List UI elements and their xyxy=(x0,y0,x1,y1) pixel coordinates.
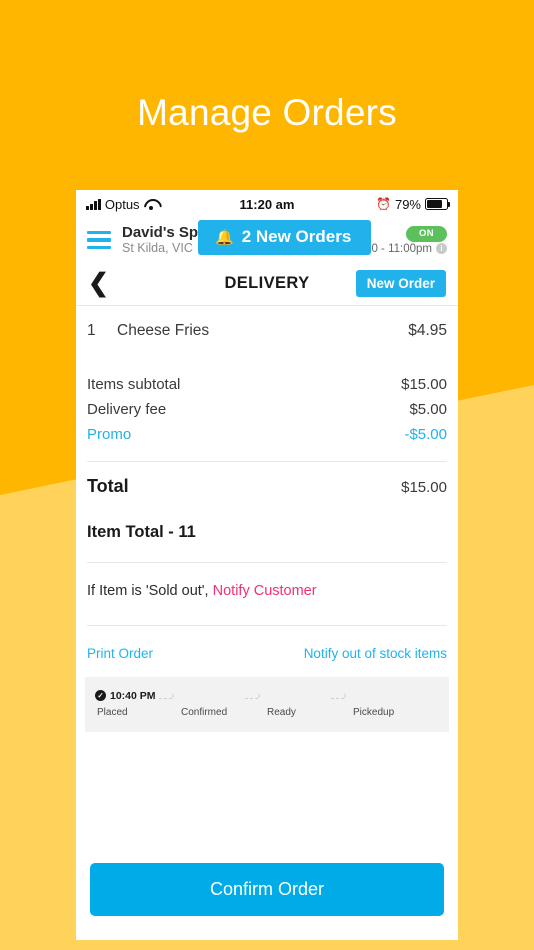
promo-link[interactable]: Promo xyxy=(87,426,131,443)
totals-row-promo[interactable]: Promo -$5.00 xyxy=(87,422,447,447)
alarm-clock-icon: ⏰ xyxy=(376,197,391,211)
totals-label-delivery-fee: Delivery fee xyxy=(87,401,167,418)
order-item-row: 1 Cheese Fries $4.95 xyxy=(85,306,449,358)
new-orders-label: 2 New Orders xyxy=(241,227,352,246)
battery-icon xyxy=(425,198,451,210)
totals-row-delivery-fee: Delivery fee $5.00 xyxy=(87,397,447,422)
totals-label-subtotal: Items subtotal xyxy=(87,376,181,393)
order-item-price: $4.95 xyxy=(408,322,447,339)
totals-value-delivery-fee: $5.00 xyxy=(409,401,447,418)
sold-out-note: If Item is 'Sold out', Notify Customer xyxy=(85,563,449,625)
bell-icon: 🔔 xyxy=(215,229,234,246)
tracker-spacer-1 xyxy=(181,689,267,702)
phone-mockup: Optus 11:20 am ⏰ 79% David's Spi St Kild… xyxy=(76,190,458,940)
tracker-label-confirmed: Confirmed xyxy=(181,707,228,718)
store-open-toggle[interactable]: ON xyxy=(405,225,447,242)
tracker-step-confirmed: Confirmed xyxy=(159,689,267,718)
store-info: David's Spi St Kilda, VIC xyxy=(122,225,202,256)
nav-bar: ❮ DELIVERY New Order xyxy=(76,262,458,306)
new-order-button[interactable]: New Order xyxy=(355,270,446,297)
grand-total-label: Total xyxy=(87,476,129,496)
hamburger-menu-icon[interactable] xyxy=(87,230,111,250)
notify-out-of-stock-link[interactable]: Notify out of stock items xyxy=(304,646,447,661)
tracker-time-row: ✓ 10:40 PM xyxy=(95,689,181,702)
battery-percent-label: 79% xyxy=(394,196,421,212)
page-title: Manage Orders xyxy=(137,92,397,133)
totals-value-subtotal: $15.00 xyxy=(401,376,447,393)
order-items-section: 1 Cheese Fries $4.95 Items subtotal $15.… xyxy=(76,306,458,677)
print-order-link[interactable]: Print Order xyxy=(87,646,153,661)
app-header: David's Spi St Kilda, VIC ON Fri 10:00 -… xyxy=(76,218,458,262)
notify-customer-link[interactable]: Notify Customer xyxy=(213,583,317,599)
check-circle-icon: ✓ xyxy=(95,690,106,701)
totals-section: Items subtotal $15.00 Delivery fee $5.00… xyxy=(85,358,449,461)
tracker-spacer-2 xyxy=(267,689,353,702)
info-icon[interactable]: i xyxy=(436,243,447,254)
store-location: St Kilda, VIC xyxy=(122,241,193,256)
status-bar: Optus 11:20 am ⏰ 79% xyxy=(76,190,458,218)
grand-total-section: Total $15.00 xyxy=(85,462,449,505)
tracker-step-pickedup: Pickedup xyxy=(331,689,439,718)
store-name: David's Spi xyxy=(122,224,203,241)
order-tracker-wrap: ✓ 10:40 PM Placed Confirmed Ready Picked… xyxy=(76,677,458,732)
new-orders-banner[interactable]: 🔔 2 New Orders xyxy=(198,220,372,255)
tracker-label-placed: Placed xyxy=(97,707,128,718)
order-item-name: Cheese Fries xyxy=(117,322,210,339)
actions-row: Print Order Notify out of stock items xyxy=(85,626,449,677)
confirm-order-wrap: Confirm Order xyxy=(76,863,458,940)
grand-total-value: $15.00 xyxy=(401,479,447,496)
tracker-label-ready: Ready xyxy=(267,707,296,718)
tracker-time: 10:40 PM xyxy=(110,689,156,702)
grand-total-row: Total $15.00 xyxy=(87,476,447,497)
status-bar-right: ⏰ 79% xyxy=(376,196,451,212)
order-tracker: ✓ 10:40 PM Placed Confirmed Ready Picked… xyxy=(85,677,449,732)
tracker-step-placed: ✓ 10:40 PM Placed xyxy=(95,689,181,718)
order-item-qty: 1 xyxy=(87,322,96,339)
item-total-label: Item Total - 11 xyxy=(87,523,196,541)
tracker-label-pickedup: Pickedup xyxy=(353,707,395,718)
sold-out-prefix: If Item is 'Sold out', xyxy=(87,583,213,599)
totals-value-promo: -$5.00 xyxy=(404,426,447,443)
tracker-step-ready: Ready xyxy=(245,689,353,718)
tracker-spacer-3 xyxy=(353,689,439,702)
confirm-order-button[interactable]: Confirm Order xyxy=(90,863,444,916)
totals-row-subtotal: Items subtotal $15.00 xyxy=(87,372,447,397)
